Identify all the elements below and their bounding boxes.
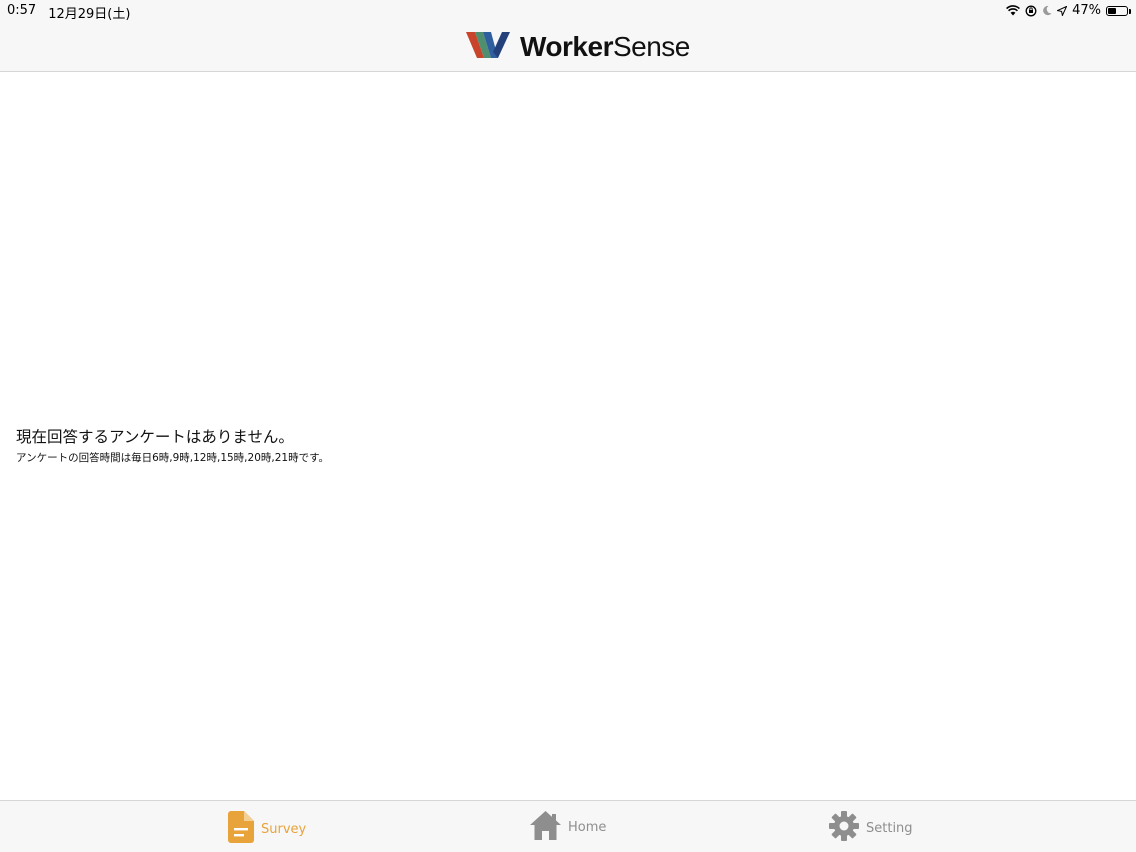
status-time: 0:57 xyxy=(7,3,37,18)
tab-home[interactable]: Home xyxy=(530,811,606,844)
tab-bar: Survey Home Setting xyxy=(0,800,1136,852)
tab-survey[interactable]: Survey xyxy=(228,811,306,847)
location-arrow-icon xyxy=(1057,5,1068,16)
tab-setting[interactable]: Setting xyxy=(829,811,913,845)
battery-fill xyxy=(1108,7,1116,14)
status-date: 12月29日(土) xyxy=(48,7,131,22)
document-icon xyxy=(228,811,254,847)
wifi-icon xyxy=(1006,5,1021,16)
rotation-lock-icon xyxy=(1025,5,1037,17)
gear-icon xyxy=(829,811,859,845)
brand-logo: WorkerSense xyxy=(466,30,690,64)
tab-survey-label: Survey xyxy=(261,821,307,837)
brand-name-light: Sense xyxy=(612,31,690,62)
home-icon xyxy=(530,811,561,844)
brand-name: WorkerSense xyxy=(520,31,690,63)
empty-state: 現在回答するアンケートはありません。 アンケートの回答時間は毎日6時,9時,12… xyxy=(16,425,329,465)
status-bar: 0:57 12月29日(土) 47% xyxy=(0,0,1136,22)
status-right: 47% xyxy=(1006,3,1131,18)
survey-schedule-note: アンケートの回答時間は毎日6時,9時,12時,15時,20時,21時です。 xyxy=(16,452,330,464)
nav-bar: WorkerSense xyxy=(0,22,1136,72)
battery-icon xyxy=(1106,5,1131,16)
brand-name-bold: Worker xyxy=(520,31,613,62)
empty-state-message: 現在回答するアンケートはありません。 xyxy=(16,428,294,446)
tab-home-label: Home xyxy=(568,820,607,835)
tab-setting-label: Setting xyxy=(866,820,913,836)
worker-sense-logo-icon xyxy=(466,30,512,64)
moon-icon xyxy=(1042,5,1052,16)
status-left: 0:57 12月29日(土) xyxy=(7,3,130,22)
battery-percent: 47% xyxy=(1072,3,1101,18)
